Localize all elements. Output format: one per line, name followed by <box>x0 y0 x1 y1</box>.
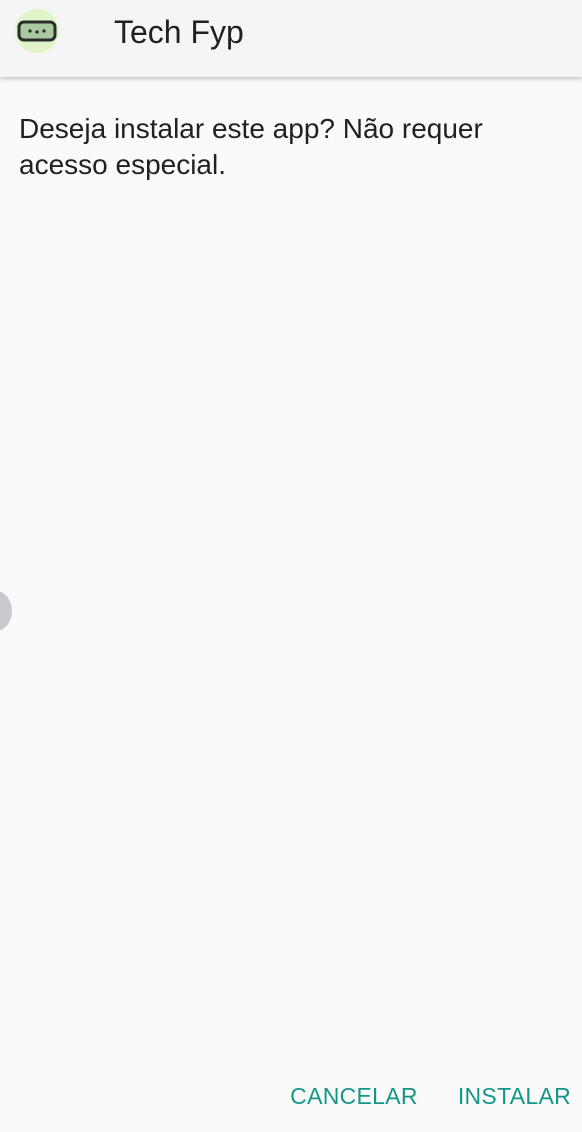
app-icon-graphic <box>17 20 57 42</box>
app-bar: Tech Fyp <box>0 0 582 77</box>
install-prompt-message: Deseja instalar este app? Não requer ace… <box>19 113 483 180</box>
app-title: Tech Fyp <box>114 14 244 50</box>
dialog-actions: CANCELAR INSTALAR <box>290 1083 571 1110</box>
install-button[interactable]: INSTALAR <box>458 1083 571 1110</box>
cancel-button[interactable]: CANCELAR <box>290 1083 418 1110</box>
installer-app-icon <box>15 9 59 53</box>
edge-swipe-handle[interactable] <box>0 591 12 631</box>
